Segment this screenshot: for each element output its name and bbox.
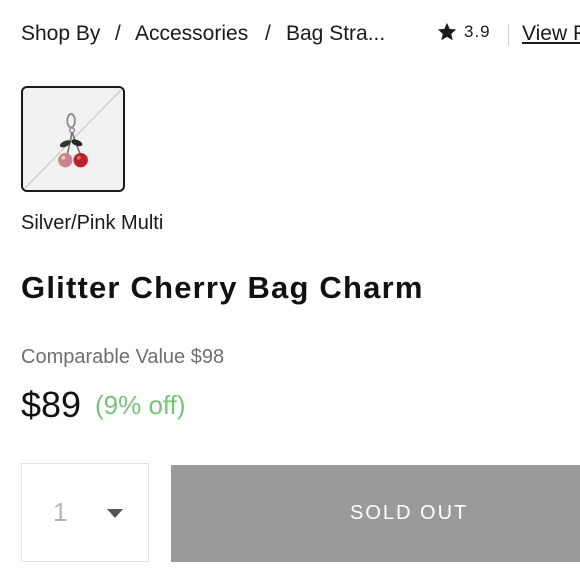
chevron-down-icon xyxy=(107,509,123,518)
breadcrumb-bag-straps[interactable]: Bag Stra... xyxy=(286,22,385,46)
comparable-value: Comparable Value $98 xyxy=(21,346,225,368)
view-reviews-link[interactable]: View R xyxy=(522,22,580,46)
color-swatch-silver-pink[interactable] xyxy=(21,86,125,192)
price: $89 xyxy=(21,384,82,425)
quantity-select[interactable]: 1 xyxy=(21,463,149,562)
breadcrumb-separator: / xyxy=(265,22,271,45)
discount-percent: (9% off) xyxy=(95,390,186,420)
star-icon xyxy=(437,22,457,41)
breadcrumb-accessories[interactable]: Accessories xyxy=(135,22,248,46)
divider xyxy=(508,24,509,46)
rating[interactable]: 3.9 xyxy=(436,21,491,43)
cherry-charm-thumbnail xyxy=(24,89,122,189)
top-bar: Shop By / Accessories / Bag Stra... 3.9 … xyxy=(21,20,580,50)
product-title: Glitter Cherry Bag Charm xyxy=(21,270,424,305)
rating-value: 3.9 xyxy=(464,22,491,41)
sold-out-button[interactable]: SOLD OUT xyxy=(171,465,580,562)
breadcrumb-separator: / xyxy=(115,22,121,45)
selected-color-name: Silver/Pink Multi xyxy=(21,212,164,234)
quantity-value: 1 xyxy=(53,497,68,527)
breadcrumb-shop-by[interactable]: Shop By xyxy=(21,22,100,46)
